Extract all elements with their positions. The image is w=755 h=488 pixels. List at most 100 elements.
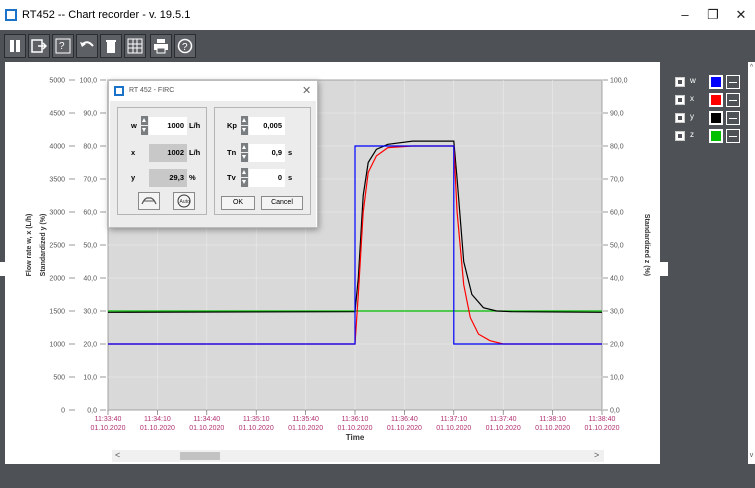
tv-increase-icon[interactable] <box>241 168 248 177</box>
controller-params-group: Kp 0,005 Tn 0,9 s Tv 0 s OK Cancel <box>214 107 311 215</box>
undo-icon <box>80 41 94 47</box>
y-tick-outer: 2500 <box>49 243 65 250</box>
w-input[interactable]: 1000 <box>149 117 187 135</box>
minimize-button[interactable]: – <box>672 6 698 24</box>
kp-increase-icon[interactable] <box>241 116 248 125</box>
legend-checkbox-w[interactable] <box>675 77 685 87</box>
y-axis-label-right: Standardized z (%) <box>643 214 650 276</box>
legend-color-z[interactable] <box>709 129 723 143</box>
right-panel-toggle[interactable] <box>660 262 668 276</box>
export-button[interactable] <box>28 34 50 58</box>
ok-button[interactable]: OK <box>221 196 255 210</box>
x-unit: L/h <box>189 148 201 157</box>
legend-linestyle-x[interactable] <box>726 93 740 107</box>
legend-linestyle-w[interactable] <box>726 75 740 89</box>
x-tick-time: 11:35:10 <box>243 416 270 423</box>
vertical-scrollbar[interactable]: ^ v <box>748 62 755 464</box>
legend-color-w[interactable] <box>709 75 723 89</box>
x-tick-time: 11:33:40 <box>95 416 122 423</box>
scroll-down-arrow[interactable]: v <box>748 452 755 459</box>
tn-input[interactable]: 0,9 <box>249 144 285 162</box>
tv-unit: s <box>288 173 293 182</box>
help-button[interactable]: ? <box>174 34 196 58</box>
legend-row-z: z <box>668 129 748 145</box>
tn-spinner[interactable] <box>241 143 248 163</box>
process-values-group: w 1000 L/h x 1002 L/h y 29,3 % Auto <box>117 107 207 215</box>
kp-decrease-icon[interactable] <box>241 126 248 135</box>
manual-mode-button[interactable] <box>138 192 160 210</box>
x-tick-time: 11:35:40 <box>292 416 319 423</box>
kp-spinner[interactable] <box>241 116 248 136</box>
firc-dialog: RT 452 - FIRC ✕ w 1000 L/h x 1002 L/h y … <box>108 80 318 228</box>
grid-button[interactable] <box>124 34 146 58</box>
legend-checkbox-z[interactable] <box>675 131 685 141</box>
w-spinner[interactable] <box>141 116 148 136</box>
x-tick-date: 01.10.2020 <box>387 425 422 432</box>
legend-color-y[interactable] <box>709 111 723 125</box>
title-bar: RT452 -- Chart recorder - v. 19.5.1 – ❐ … <box>0 0 755 30</box>
dialog-app-icon <box>114 86 124 96</box>
y-tick-inner: 70,0 <box>83 177 97 184</box>
scroll-left-arrow[interactable]: < <box>115 450 120 460</box>
undo-button[interactable] <box>76 34 98 58</box>
x-tick-date: 01.10.2020 <box>288 425 323 432</box>
y-tick-inner: 40,0 <box>83 276 97 283</box>
svg-text:?: ? <box>59 41 65 52</box>
y-tick-inner: 20,0 <box>83 342 97 349</box>
x-tick-time: 11:34:40 <box>193 416 220 423</box>
legend-label-z: z <box>690 130 694 139</box>
x-value: 1002 <box>149 144 187 162</box>
w-unit: L/h <box>189 121 201 130</box>
legend-linestyle-z[interactable] <box>726 129 740 143</box>
cancel-button[interactable]: Cancel <box>261 196 303 210</box>
legend-checkbox-y[interactable] <box>675 113 685 123</box>
w-label: w <box>131 121 137 130</box>
delete-button[interactable] <box>100 34 122 58</box>
y-tick-right: 0,0 <box>610 408 620 415</box>
scroll-thumb[interactable] <box>180 452 220 460</box>
w-increase-icon[interactable] <box>141 116 148 125</box>
x-tick-date: 01.10.2020 <box>189 425 224 432</box>
close-button[interactable]: ✕ <box>728 6 754 24</box>
pause-button[interactable] <box>4 34 26 58</box>
svg-text:?: ? <box>182 42 188 53</box>
dialog-title-bar: RT 452 - FIRC ✕ <box>109 81 317 101</box>
horizontal-scrollbar[interactable]: < > <box>112 450 604 462</box>
tn-decrease-icon[interactable] <box>241 153 248 162</box>
y-tick-inner: 80,0 <box>83 144 97 151</box>
scroll-up-arrow[interactable]: ^ <box>748 64 755 71</box>
x-tick-time: 11:36:10 <box>342 416 369 423</box>
scroll-right-arrow[interactable]: > <box>594 450 599 460</box>
legend-label-y: y <box>690 112 694 121</box>
y-tick-outer: 500 <box>53 375 65 382</box>
x-tick-time: 11:34:10 <box>144 416 171 423</box>
auto-mode-button[interactable]: Auto <box>173 192 195 210</box>
tn-increase-icon[interactable] <box>241 143 248 152</box>
kp-input[interactable]: 0,005 <box>249 117 285 135</box>
x-tick-time: 11:37:10 <box>440 416 467 423</box>
tv-decrease-icon[interactable] <box>241 178 248 187</box>
legend-label-x: x <box>690 94 694 103</box>
maximize-button[interactable]: ❐ <box>700 6 726 24</box>
y-label: y <box>131 173 136 182</box>
chart-area: 0 0,0 0,0 500 10,0 10,0 1000 20,0 20,0 1500 30,0 30… <box>5 62 660 464</box>
help-cursor-button[interactable]: ? <box>52 34 74 58</box>
x-tick-date: 01.10.2020 <box>535 425 570 432</box>
tv-spinner[interactable] <box>241 168 248 188</box>
print-icon <box>154 39 168 54</box>
legend-panel: w x y z <box>668 62 748 488</box>
y-tick-right: 10,0 <box>610 375 624 382</box>
legend-color-x[interactable] <box>709 93 723 107</box>
hand-icon <box>141 197 157 205</box>
x-tick-date: 01.10.2020 <box>337 425 372 432</box>
pause-icon <box>10 40 20 52</box>
legend-linestyle-y[interactable] <box>726 111 740 125</box>
dialog-close-icon[interactable]: ✕ <box>302 84 311 97</box>
w-decrease-icon[interactable] <box>141 126 148 135</box>
legend-checkbox-x[interactable] <box>675 95 685 105</box>
tv-input[interactable]: 0 <box>249 169 285 187</box>
chart: 0 0,0 0,0 500 10,0 10,0 1000 20,0 20,0 1500 30,0 30… <box>26 78 650 443</box>
print-button[interactable] <box>150 34 172 58</box>
y-tick-inner: 60,0 <box>83 210 97 217</box>
tn-label: Tn <box>227 148 237 157</box>
